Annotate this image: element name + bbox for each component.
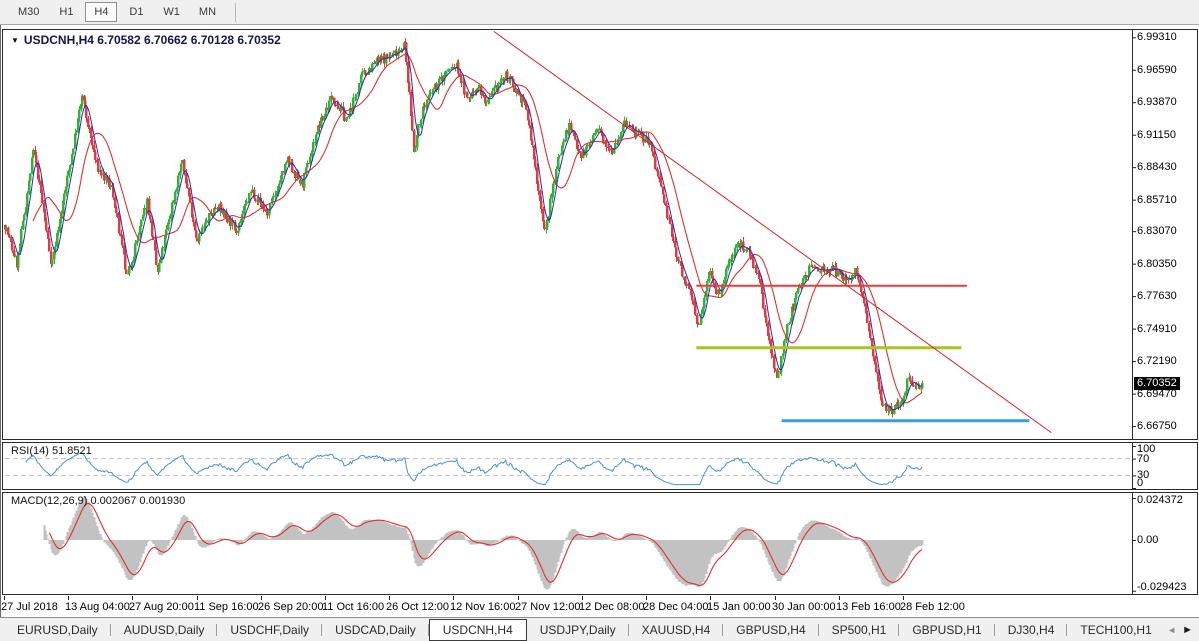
time-axis-label: 28 Dec 04:00: [643, 601, 708, 613]
time-axis-tick: [903, 596, 904, 600]
rsi-axis-label: 0: [1137, 477, 1143, 489]
price-chart-pane[interactable]: ▼ USDCNH,H4 6.70582 6.70662 6.70128 6.70…: [2, 29, 1198, 440]
tab-gbpusd-h1[interactable]: GBPUSD,H1: [899, 618, 994, 641]
price-axis-label: 6.93870: [1137, 96, 1177, 108]
time-axis-tick: [839, 596, 840, 600]
tab-eurusd-daily[interactable]: EURUSD,Daily: [4, 618, 111, 641]
price-axis-label: 6.85710: [1137, 194, 1177, 206]
price-axis-label: 6.77630: [1137, 290, 1177, 302]
rsi-pane[interactable]: RSI(14) 51.8521 10070300: [2, 442, 1198, 490]
time-axis-label: 26 Sep 20:00: [258, 601, 323, 613]
price-axis-label: 6.83070: [1137, 225, 1177, 237]
price-axis-label: 6.88430: [1137, 161, 1177, 173]
price-axis-label: 6.72190: [1137, 355, 1177, 367]
tab-xauusd-h4[interactable]: XAUUSD,H4: [629, 618, 724, 641]
time-axis-label: 28 Feb 12:00: [900, 601, 965, 613]
rsi-chart[interactable]: [3, 443, 1197, 489]
chart-dropdown-icon[interactable]: ▼: [11, 36, 19, 45]
candles: [4, 38, 924, 418]
timeframe-button-d1[interactable]: D1: [120, 2, 152, 22]
macd-axis-label: 0.00: [1137, 534, 1158, 546]
time-axis-tick: [68, 596, 69, 600]
time-axis-tick: [453, 596, 454, 600]
tab-audusd-daily[interactable]: AUDUSD,Daily: [111, 618, 218, 641]
timeframe-toolbar: M30H1H4D1W1MN: [0, 0, 1199, 25]
ma-fast-line: [12, 48, 922, 410]
macd-label: MACD(12,26,9) 0.002067 0.001930: [11, 495, 185, 507]
descending-trendline[interactable]: [494, 31, 1052, 432]
time-axis-tick: [710, 596, 711, 600]
time-axis-label: 13 Feb 16:00: [836, 601, 901, 613]
chart-ohlc-values: 6.70582 6.70662 6.70128 6.70352: [94, 33, 281, 47]
time-axis-tick: [132, 596, 133, 600]
time-axis-tick: [775, 596, 776, 600]
timeframe-button-m30[interactable]: M30: [10, 2, 47, 22]
rsi-line: [26, 453, 922, 485]
time-axis-tick: [646, 596, 647, 600]
time-axis-tick: [197, 596, 198, 600]
time-axis-label: 11 Sep 16:00: [194, 601, 259, 613]
time-axis-label: 12 Dec 08:00: [579, 601, 644, 613]
time-axis-tick: [4, 596, 5, 600]
time-axis-label: 11 Oct 16:00: [322, 601, 384, 613]
time-axis-tick: [325, 596, 326, 600]
tab-sp500-h1[interactable]: SP500,H1: [819, 618, 900, 641]
tab-usdchf-daily[interactable]: USDCHF,Daily: [217, 618, 322, 641]
time-axis-tick: [518, 596, 519, 600]
time-axis-label: 30 Jan 00:00: [772, 601, 836, 613]
chart-tabs: EURUSD,DailyAUDUSD,DailyUSDCHF,DailyUSDC…: [0, 618, 1161, 641]
macd-pane[interactable]: MACD(12,26,9) 0.002067 0.001930 0.024372…: [2, 492, 1198, 595]
chart-tabs-bar: EURUSD,DailyAUDUSD,DailyUSDCHF,DailyUSDC…: [0, 617, 1199, 641]
time-axis-tick: [582, 596, 583, 600]
price-axis-label: 6.99310: [1137, 31, 1177, 43]
time-axis-label: 15 Jan 00:00: [707, 601, 771, 613]
timeframe-button-mn[interactable]: MN: [191, 2, 224, 22]
toolbar-separator: [235, 3, 236, 22]
macd-axis-label: -0.029423: [1137, 581, 1187, 593]
price-axis-label: 6.91150: [1137, 129, 1176, 141]
chart-title: ▼ USDCNH,H4 6.70582 6.70662 6.70128 6.70…: [11, 33, 281, 47]
time-axis-label: 27 Jul 2018: [1, 601, 58, 613]
price-axis-label: 6.80350: [1137, 258, 1177, 270]
tab-usdcnh-h4[interactable]: USDCNH,H4: [429, 619, 527, 641]
macd-chart[interactable]: [3, 493, 1197, 594]
price-axis-label: 6.66750: [1137, 420, 1177, 432]
time-axis-label: 13 Aug 04:00: [65, 601, 130, 613]
tab-gbpusd-h4[interactable]: GBPUSD,H4: [723, 618, 818, 641]
scroll-right-icon[interactable]: ►: [1182, 624, 1193, 636]
chart-symbol: USDCNH,H4: [24, 33, 94, 47]
time-axis-tick: [261, 596, 262, 600]
rsi-label: RSI(14) 51.8521: [11, 445, 92, 457]
tab-usdcad-daily[interactable]: USDCAD,Daily: [322, 618, 429, 641]
timeframe-button-h1[interactable]: H1: [50, 2, 82, 22]
tab-tech100-h1[interactable]: TECH100,H1: [1067, 618, 1161, 641]
time-axis-label: 27 Aug 20:00: [129, 601, 194, 613]
time-axis: 27 Jul 2018 13 Aug 04:0027 Aug 20:0011 Se…: [2, 596, 1196, 617]
price-axis-label: 6.96590: [1137, 64, 1177, 76]
candlestick-chart[interactable]: [3, 30, 1197, 439]
price-axis-label: 6.74910: [1137, 323, 1177, 335]
tab-usdjpy-daily[interactable]: USDJPY,Daily: [527, 618, 629, 641]
time-axis-label: 12 Nov 16:00: [450, 601, 515, 613]
scroll-left-icon[interactable]: ◄: [1167, 625, 1176, 635]
rsi-axis-label: 70: [1137, 453, 1149, 465]
tab-dj30-h4[interactable]: DJ30,H4: [995, 618, 1068, 641]
current-price-tag: 6.70352: [1134, 377, 1180, 390]
window-left-edge: [0, 25, 1, 617]
timeframe-button-w1[interactable]: W1: [155, 2, 188, 22]
time-axis-label: 27 Nov 12:00: [515, 601, 580, 613]
chart-window: ▼ USDCNH,H4 6.70582 6.70662 6.70128 6.70…: [0, 25, 1199, 617]
timeframe-button-h4[interactable]: H4: [85, 2, 117, 22]
time-axis-tick: [389, 596, 390, 600]
tab-scroll-arrows: ◄ ►: [1161, 624, 1199, 636]
macd-axis-label: 0.024372: [1137, 494, 1183, 506]
time-axis-label: 26 Oct 12:00: [386, 601, 449, 613]
timeframe-buttons: M30H1H4D1W1MN: [10, 2, 227, 22]
